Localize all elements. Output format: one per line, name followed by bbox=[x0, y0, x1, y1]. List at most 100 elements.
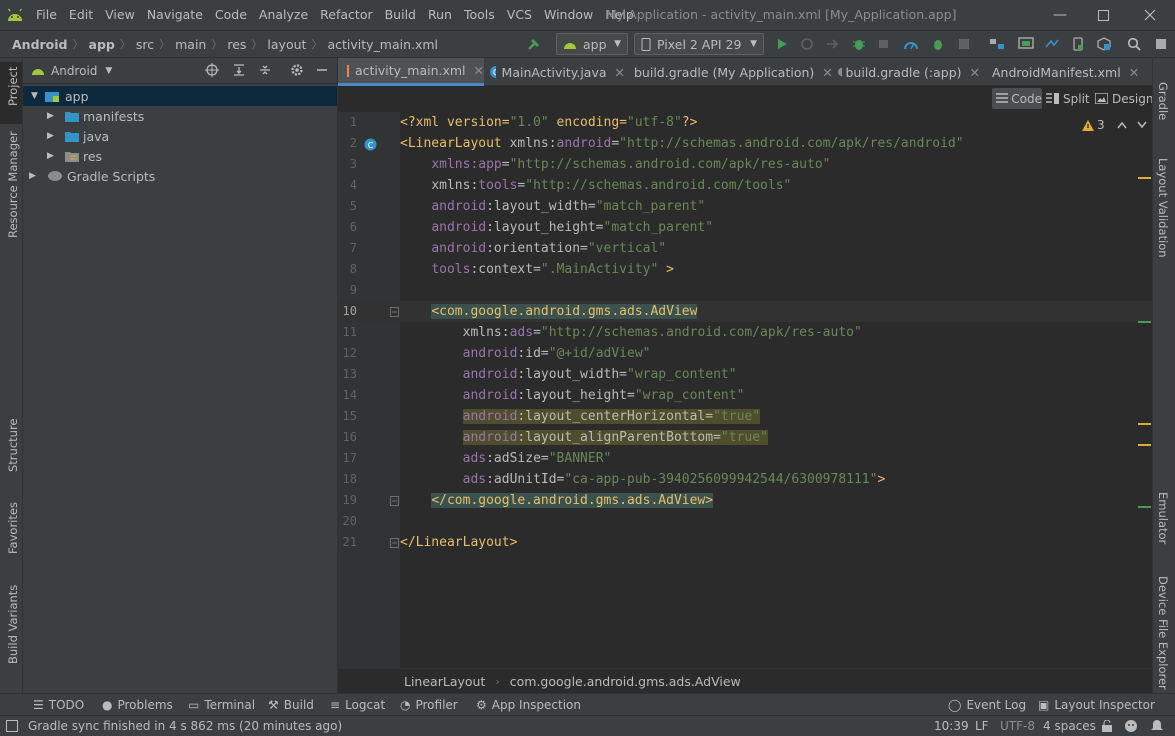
attach-process-icon[interactable] bbox=[928, 34, 948, 54]
tool-tab-layout-validation[interactable]: Layout Validation bbox=[1156, 158, 1170, 258]
tool-tab-logcat[interactable]: ≡ Logcat bbox=[330, 694, 385, 716]
tool-tab-structure[interactable]: Structure bbox=[6, 419, 20, 473]
tool-tab-profiler[interactable]: ◔ Profiler bbox=[400, 694, 458, 716]
sdk-manager-icon[interactable] bbox=[1094, 34, 1114, 54]
device-manager-icon[interactable] bbox=[1068, 34, 1088, 54]
warning-stripe-mark[interactable] bbox=[1138, 177, 1151, 179]
breadcrumb-item[interactable]: res bbox=[227, 37, 246, 52]
user-account-icon[interactable] bbox=[1151, 34, 1171, 54]
tree-item-app[interactable]: ▼ app bbox=[23, 86, 337, 106]
close-tab-icon[interactable]: ✕ bbox=[1129, 65, 1139, 80]
menu-code[interactable]: Code bbox=[209, 0, 253, 30]
project-view-select[interactable]: Android bbox=[51, 64, 97, 78]
code-line[interactable]: android:layout_height="wrap_content" bbox=[400, 385, 745, 406]
code-line[interactable]: android:layout_height="match_parent" bbox=[400, 217, 713, 238]
project-structure-icon[interactable] bbox=[987, 34, 1007, 54]
tree-item-manifests[interactable]: ▶ manifests bbox=[47, 106, 144, 126]
warning-stripe-mark[interactable] bbox=[1138, 444, 1151, 446]
debug-icon[interactable] bbox=[849, 34, 869, 54]
close-tab-icon[interactable]: ✕ bbox=[970, 65, 980, 80]
menu-refactor[interactable]: Refactor bbox=[314, 0, 378, 30]
sync-gradle-icon[interactable] bbox=[1042, 34, 1062, 54]
warning-stripe-mark[interactable] bbox=[1138, 423, 1151, 425]
locate-icon[interactable] bbox=[205, 63, 219, 80]
fold-icon[interactable] bbox=[390, 495, 399, 509]
code-line[interactable]: <?xml version="1.0" encoding="utf-8"?> bbox=[400, 112, 697, 133]
tool-tab-emulator[interactable]: Emulator bbox=[1156, 492, 1170, 544]
code-line[interactable]: tools:context=".MainActivity" > bbox=[400, 259, 674, 280]
chevron-right-icon[interactable]: ▶ bbox=[47, 111, 65, 121]
code-line[interactable]: xmlns:tools="http://schemas.android.com/… bbox=[400, 175, 791, 196]
code-line[interactable]: xmlns:ads="http://schemas.android.com/ap… bbox=[400, 322, 862, 343]
tab-main-activity-java[interactable]: C MainActivity.java ✕ bbox=[489, 58, 625, 86]
design-view-button[interactable]: Design bbox=[1095, 88, 1153, 109]
chevron-down-icon[interactable]: ▼ bbox=[31, 91, 45, 101]
tool-tab-terminal[interactable]: ▭ Terminal bbox=[188, 694, 255, 716]
menu-analyze[interactable]: Analyze bbox=[253, 0, 314, 30]
caret-position[interactable]: 10:39 bbox=[934, 716, 969, 736]
menu-vcs[interactable]: VCS bbox=[501, 0, 538, 30]
stop-icon[interactable] bbox=[954, 34, 974, 54]
device-select[interactable]: Pixel 2 API 29 ▼ bbox=[634, 33, 764, 55]
breadcrumb-item[interactable]: layout bbox=[267, 37, 306, 52]
breadcrumb-item[interactable]: src bbox=[136, 37, 154, 52]
tool-tab-resource-manager[interactable]: Resource Manager bbox=[6, 131, 20, 238]
breadcrumb-item[interactable]: main bbox=[175, 37, 206, 52]
tool-tab-project[interactable]: Project bbox=[6, 67, 20, 106]
change-stripe-mark[interactable] bbox=[1138, 506, 1151, 508]
tool-tab-build-variants[interactable]: Build Variants bbox=[6, 585, 20, 664]
menu-tools[interactable]: Tools bbox=[458, 0, 501, 30]
chevron-right-icon[interactable]: ▶ bbox=[47, 131, 65, 141]
inspection-profile-icon[interactable] bbox=[1124, 716, 1138, 736]
indent-setting[interactable]: 4 spaces bbox=[1043, 716, 1096, 736]
hide-panel-icon[interactable] bbox=[316, 63, 328, 80]
code-line[interactable]: android:layout_width="match_parent" bbox=[400, 196, 705, 217]
code-view-button[interactable]: Code bbox=[992, 88, 1042, 109]
maximize-button[interactable] bbox=[1080, 0, 1126, 30]
code-line[interactable]: </com.google.android.gms.ads.AdView> bbox=[400, 490, 714, 511]
breadcrumb-item[interactable]: activity_main.xml bbox=[327, 37, 438, 52]
code-line[interactable]: android:layout_alignParentBottom="true" bbox=[400, 427, 768, 448]
profile-icon[interactable] bbox=[901, 34, 921, 54]
tool-tab-build[interactable]: ⚒ Build bbox=[268, 694, 314, 716]
tree-item-java[interactable]: ▶ java bbox=[47, 126, 109, 146]
change-stripe-mark[interactable] bbox=[1138, 321, 1151, 323]
attach-debugger-icon[interactable] bbox=[874, 34, 894, 54]
tool-tab-app-inspection[interactable]: ⚙ App Inspection bbox=[476, 694, 581, 716]
run-config-select[interactable]: app ▼ bbox=[556, 33, 628, 55]
fold-icon[interactable] bbox=[390, 537, 399, 551]
line-separator[interactable]: LF bbox=[975, 716, 989, 736]
status-message[interactable]: Gradle sync finished in 4 s 862 ms (20 m… bbox=[28, 716, 342, 736]
search-icon[interactable] bbox=[1124, 34, 1144, 54]
apply-changes-icon[interactable] bbox=[797, 34, 817, 54]
lock-icon[interactable] bbox=[1101, 716, 1113, 736]
tab-build-gradle-app[interactable]: build.gradle (:app) ✕ bbox=[837, 58, 980, 86]
tab-build-gradle-project[interactable]: build.gradle (My Application) ✕ bbox=[630, 58, 833, 86]
code-line[interactable]: android:orientation="vertical" bbox=[400, 238, 666, 259]
code-line[interactable]: <LinearLayout xmlns:android="http://sche… bbox=[400, 133, 964, 154]
tab-activity-main-xml[interactable]: activity_main.xml ✕ bbox=[338, 58, 484, 86]
tool-tab-gradle[interactable]: Gradle bbox=[1156, 82, 1170, 120]
class-marker-icon[interactable]: C bbox=[364, 138, 377, 154]
code-line[interactable]: android:id="@+id/adView" bbox=[400, 343, 651, 364]
previous-highlight-icon[interactable] bbox=[1117, 118, 1127, 132]
next-highlight-icon[interactable] bbox=[1137, 118, 1147, 132]
run-icon[interactable] bbox=[772, 34, 792, 54]
breadcrumb-linearlayout[interactable]: LinearLayout bbox=[404, 674, 485, 689]
code-line[interactable]: xmlns:app="http://schemas.android.com/ap… bbox=[400, 154, 830, 175]
inspection-widget[interactable]: 3 bbox=[1082, 118, 1147, 132]
breadcrumb-item[interactable]: Android bbox=[12, 37, 68, 52]
tool-tab-favorites[interactable]: Favorites bbox=[6, 502, 20, 554]
tool-tab-event-log[interactable]: ◯ Event Log bbox=[948, 694, 1026, 716]
breadcrumb-adview[interactable]: com.google.android.gms.ads.AdView bbox=[510, 674, 741, 689]
fold-icon[interactable] bbox=[390, 306, 399, 320]
collapse-all-icon[interactable] bbox=[258, 63, 272, 80]
menu-run[interactable]: Run bbox=[422, 0, 458, 30]
minimize-button[interactable]: — bbox=[1037, 0, 1083, 30]
avd-manager-icon[interactable] bbox=[1016, 34, 1036, 54]
code-line[interactable]: <com.google.android.gms.ads.AdView bbox=[400, 301, 698, 322]
status-toggle-icon[interactable] bbox=[6, 716, 18, 736]
apply-code-changes-icon[interactable] bbox=[822, 34, 842, 54]
breadcrumb-item[interactable]: app bbox=[89, 37, 115, 52]
tool-tab-layout-inspector[interactable]: ▣ Layout Inspector bbox=[1038, 694, 1155, 716]
